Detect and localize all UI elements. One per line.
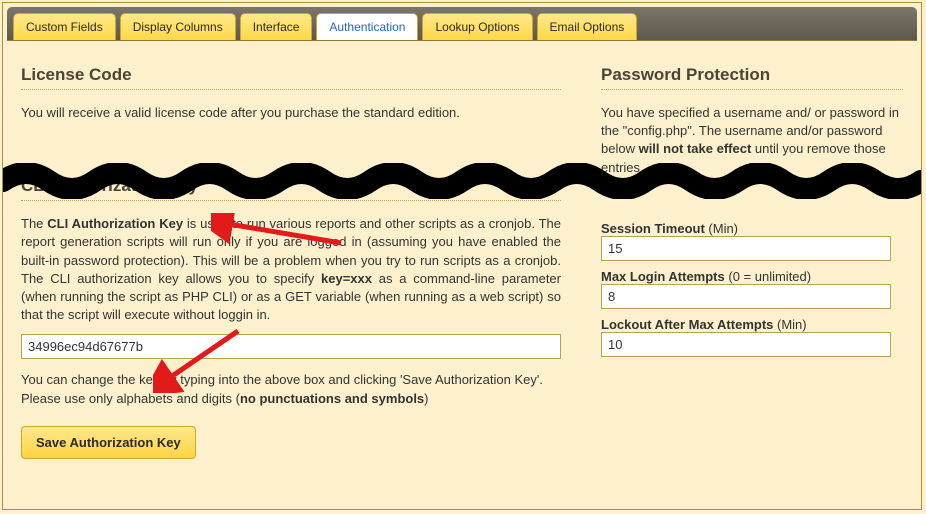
license-code-heading: License Code [21,65,561,85]
cli-auth-key-input[interactable] [21,334,561,359]
password-protection-heading: Password Protection [601,65,903,85]
tab-display-columns[interactable]: Display Columns [120,13,236,40]
tab-interface[interactable]: Interface [240,13,313,40]
divider [601,89,903,90]
session-timeout-label: Session Timeout (Min) [601,221,738,236]
divider [21,89,561,90]
save-authorization-key-button[interactable]: Save Authorization Key [21,426,196,459]
max-login-attempts-label: Max Login Attempts (0 = unlimited) [601,269,811,284]
lockout-after-max-input[interactable] [601,332,891,357]
tab-bar: Custom Fields Display Columns Interface … [7,7,917,41]
session-timeout-input[interactable] [601,236,891,261]
cli-auth-key-change-note: You can change the key by typing into th… [21,371,561,407]
tab-email-options[interactable]: Email Options [537,13,638,40]
cli-auth-key-description: The CLI Authorization Key is used to run… [21,215,561,324]
tab-lookup-options[interactable]: Lookup Options [422,13,532,40]
lockout-after-max-label: Lockout After Max Attempts (Min) [601,317,807,332]
divider [21,200,561,201]
tab-authentication[interactable]: Authentication [316,13,418,40]
password-protection-text: You have specified a username and/ or pa… [601,104,903,177]
tab-custom-fields[interactable]: Custom Fields [13,13,116,40]
cli-auth-key-heading: CLI Authorization Key [21,176,561,196]
max-login-attempts-input[interactable] [601,284,891,309]
license-code-text: You will receive a valid license code af… [21,104,561,122]
